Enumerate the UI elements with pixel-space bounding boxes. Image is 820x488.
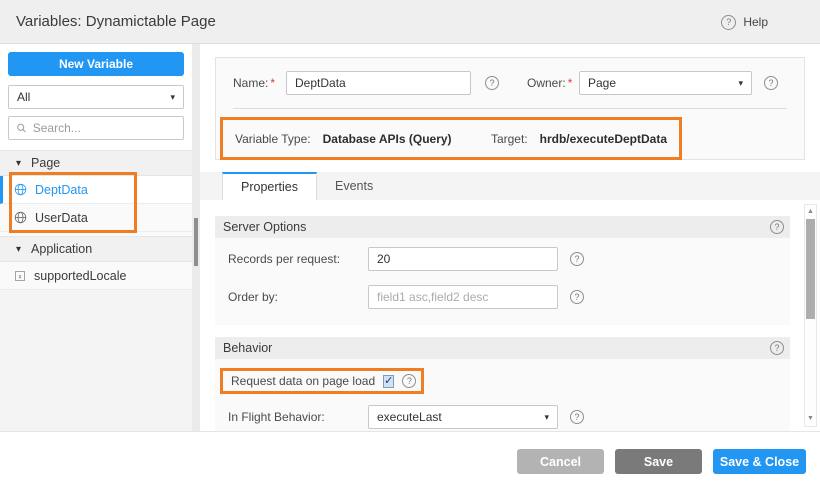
target-label: Target: <box>491 132 528 146</box>
divider <box>233 108 787 109</box>
properties-panel: Server Options ? Records per request: ? … <box>200 200 820 431</box>
properties-scrollbar[interactable]: ▲ ▼ <box>804 204 817 427</box>
variable-icon: x <box>14 270 26 282</box>
caret-down-icon: ▾ <box>16 244 21 255</box>
order-by-help-icon[interactable]: ? <box>570 290 584 304</box>
globe-icon <box>14 183 27 196</box>
server-options-header: Server Options ? <box>215 216 790 238</box>
tree-item-label: DeptData <box>35 183 88 197</box>
request-on-load-help-icon[interactable]: ? <box>402 374 416 388</box>
request-on-load-checkbox[interactable]: ✓ <box>383 375 394 388</box>
name-input[interactable] <box>286 71 471 95</box>
variables-sidebar: New Variable All ▾ ▾ Page <box>0 44 192 431</box>
behavior-body: Request data on page load ✓ ? In Flight … <box>215 359 790 431</box>
help-button[interactable]: ? Help <box>721 0 768 44</box>
in-flight-help-icon[interactable]: ? <box>570 410 584 424</box>
owner-label: Owner:* <box>527 76 579 90</box>
save-and-close-button[interactable]: Save & Close <box>713 449 806 474</box>
name-label: Name:* <box>233 76 286 90</box>
help-label: Help <box>743 15 768 29</box>
records-per-request-input[interactable] <box>368 247 558 271</box>
scroll-up-icon[interactable]: ▲ <box>805 206 816 218</box>
chevron-down-icon: ▾ <box>544 412 549 423</box>
required-asterisk: * <box>270 76 275 90</box>
tab-events[interactable]: Events <box>317 172 391 200</box>
scroll-down-icon[interactable]: ▼ <box>805 413 816 425</box>
required-asterisk: * <box>568 76 573 90</box>
highlight-box-variable-type: Variable Type: Database APIs (Query) Tar… <box>220 117 682 160</box>
tree-group-page[interactable]: ▾ Page <box>0 150 192 176</box>
behavior-header: Behavior ? <box>215 337 790 359</box>
caret-down-icon: ▾ <box>16 158 21 169</box>
in-flight-behavior-row: In Flight Behavior: executeLast ▾ ? <box>215 405 790 429</box>
server-options-body: Records per request: ? Order by: ? <box>215 238 790 325</box>
tab-label: Events <box>335 179 373 193</box>
order-by-label: Order by: <box>228 290 368 304</box>
variable-type-label: Variable Type: <box>235 132 311 146</box>
in-flight-behavior-value: executeLast <box>377 410 442 424</box>
cancel-button[interactable]: Cancel <box>517 449 604 474</box>
variable-tree: ▾ Page DeptData UserData <box>0 150 192 431</box>
records-help-icon[interactable]: ? <box>570 252 584 266</box>
page-title: Variables: Dynamictable Page <box>16 0 216 44</box>
section-title: Server Options <box>223 220 306 234</box>
save-button[interactable]: Save <box>615 449 702 474</box>
name-owner-row: Name:* ? Owner:* Page ▾ ? <box>233 71 787 95</box>
server-options-section: Server Options ? Records per request: ? … <box>215 216 790 325</box>
behavior-section: Behavior ? Request data on page load ✓ ?… <box>215 337 790 431</box>
properties-scrollbar-thumb[interactable] <box>806 219 815 319</box>
tree-item-deptdata[interactable]: DeptData <box>0 176 192 204</box>
search-box[interactable] <box>8 116 184 140</box>
sidebar-scrollbar-thumb[interactable] <box>194 218 198 266</box>
request-on-load-label: Request data on page load <box>231 374 375 388</box>
variable-filter-select[interactable]: All ▾ <box>8 85 184 109</box>
order-by-input[interactable] <box>368 285 558 309</box>
section-title: Behavior <box>223 341 272 355</box>
records-per-request-row: Records per request: ? <box>215 247 790 271</box>
help-icon: ? <box>721 15 736 30</box>
chevron-down-icon: ▾ <box>170 92 175 103</box>
tree-item-label: supportedLocale <box>34 269 126 283</box>
search-icon <box>16 122 27 134</box>
dialog-header: Variables: Dynamictable Page ? Help <box>0 0 820 44</box>
tree-group-label: Page <box>31 156 60 170</box>
owner-value: Page <box>588 76 616 90</box>
dialog-footer: Cancel Save Save & Close <box>0 431 820 488</box>
variable-detail-panel: Name:* ? Owner:* Page ▾ ? Variable Type:… <box>200 44 820 431</box>
server-options-help-icon[interactable]: ? <box>770 220 784 234</box>
in-flight-behavior-label: In Flight Behavior: <box>228 410 368 424</box>
tree-item-supportedlocale[interactable]: x supportedLocale <box>0 262 192 290</box>
tree-item-userdata[interactable]: UserData <box>0 204 192 232</box>
owner-help-icon[interactable]: ? <box>764 76 778 90</box>
tree-group-application[interactable]: ▾ Application <box>0 236 192 262</box>
variables-dialog: Variables: Dynamictable Page ? Help New … <box>0 0 820 488</box>
behavior-help-icon[interactable]: ? <box>770 341 784 355</box>
new-variable-button[interactable]: New Variable <box>8 52 184 76</box>
target-value: hrdb/executeDeptData <box>540 132 667 146</box>
tab-bar: Properties Events <box>200 172 820 200</box>
tab-label: Properties <box>241 180 298 194</box>
in-flight-behavior-select[interactable]: executeLast ▾ <box>368 405 558 429</box>
variable-filter-value: All <box>17 90 30 104</box>
variable-type-value: Database APIs (Query) <box>323 132 452 146</box>
records-per-request-label: Records per request: <box>228 252 368 266</box>
tab-properties[interactable]: Properties <box>222 172 317 200</box>
target-group: Target: hrdb/executeDeptData <box>491 132 667 146</box>
tree-group-label: Application <box>31 242 92 256</box>
name-help-icon[interactable]: ? <box>485 76 499 90</box>
globe-icon <box>14 211 27 224</box>
search-input[interactable] <box>33 121 176 135</box>
highlight-box-request-on-load: Request data on page load ✓ ? <box>220 368 424 394</box>
sidebar-scrollbar[interactable] <box>192 44 200 431</box>
variable-summary-card: Name:* ? Owner:* Page ▾ ? Variable Type:… <box>215 57 805 160</box>
tree-item-label: UserData <box>35 211 88 225</box>
svg-text:x: x <box>19 274 22 280</box>
owner-select[interactable]: Page ▾ <box>579 71 752 95</box>
chevron-down-icon: ▾ <box>738 78 743 89</box>
order-by-row: Order by: ? <box>215 285 790 309</box>
